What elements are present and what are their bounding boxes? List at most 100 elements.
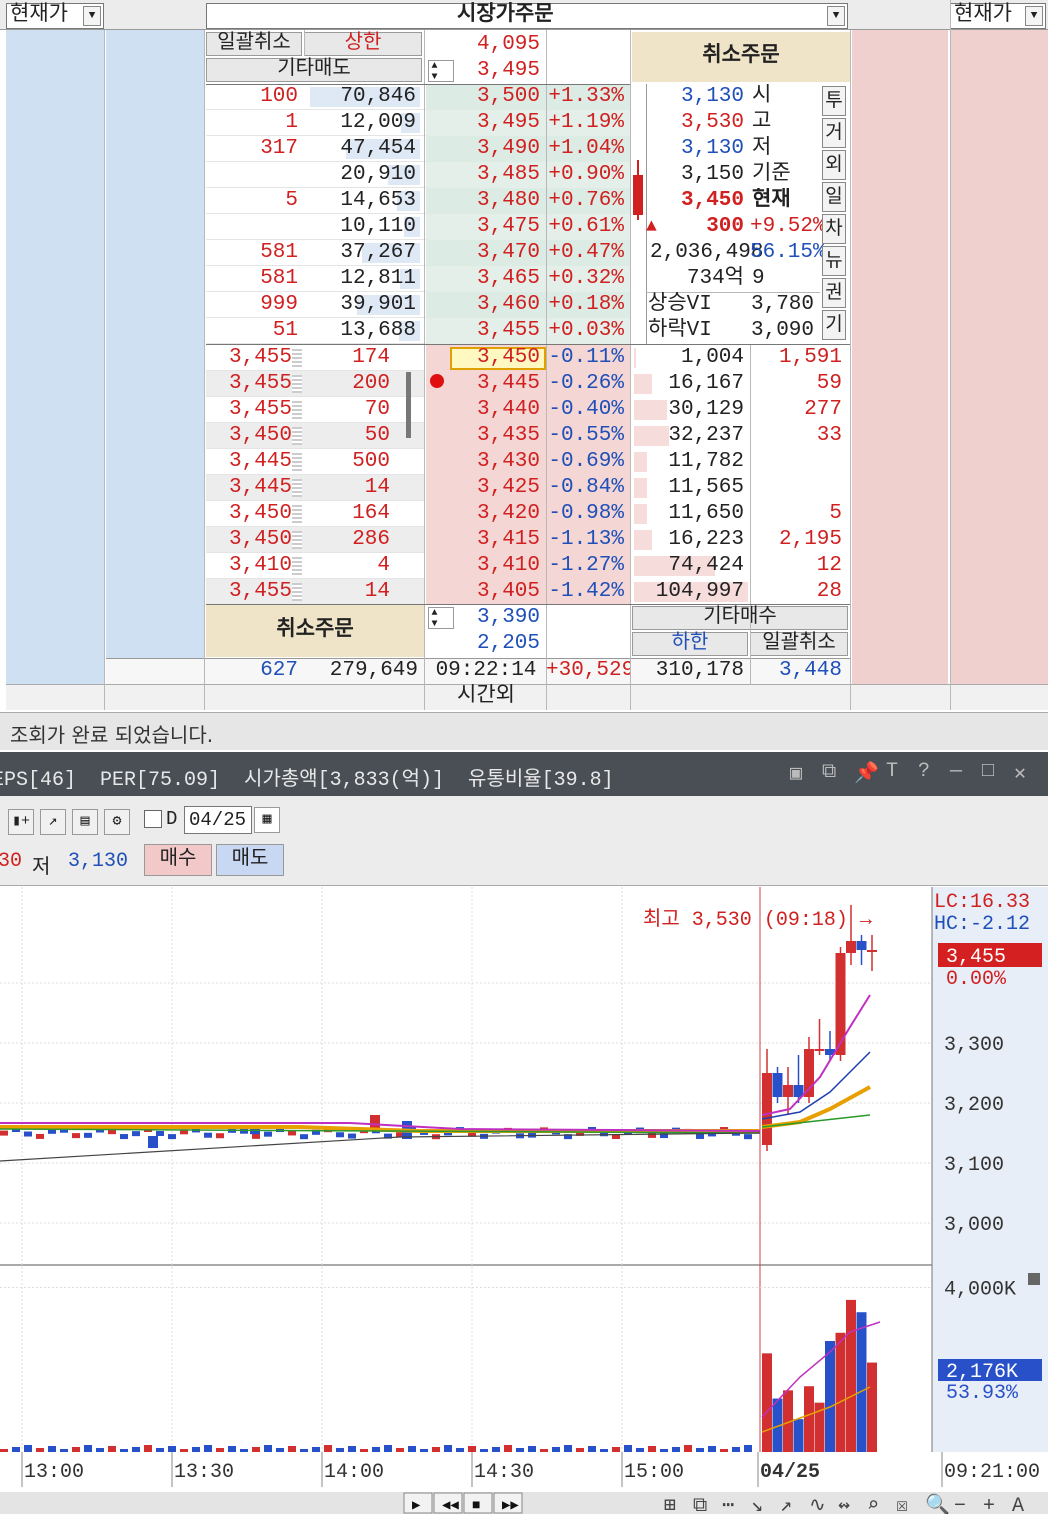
gear-icon[interactable]: ⚙: [104, 809, 130, 835]
tool-icon: 🔍: [925, 1491, 950, 1514]
total-bid-count: 3,448: [778, 659, 842, 682]
volume: 2,036,498: [650, 241, 764, 264]
x-tick-label: 09:21:00: [944, 1461, 1040, 1484]
side-tab[interactable]: 뉴: [822, 246, 846, 276]
low-row-truncated: 30: [0, 850, 23, 873]
vol-bar: [825, 1341, 835, 1452]
tick-qty: 70: [364, 398, 390, 421]
side-tab[interactable]: 투: [822, 86, 846, 116]
grid-hline: [206, 84, 630, 85]
prev-vol-bar: [0, 1449, 8, 1452]
sell-button[interactable]: 매도: [216, 844, 284, 876]
chart-scroll-bar: [0, 1492, 1048, 1514]
line-type-icon[interactable]: ↗: [40, 809, 66, 835]
other-buy-button[interactable]: 기타매수: [632, 606, 848, 630]
window-control-icon[interactable]: —: [950, 760, 962, 783]
prev-candle: [300, 1134, 308, 1140]
hc-label: HC:-2.12: [934, 913, 1030, 936]
prev-vol-bar: [480, 1449, 488, 1452]
grid-vline: [104, 30, 105, 710]
chart-header-info: EPS[46] PER[75.09] 시가총액[3,833(억)] 유통비율[3…: [0, 769, 614, 792]
prev-vol-bar: [132, 1447, 140, 1452]
bid-price: 3,420: [476, 502, 540, 525]
side-tab[interactable]: 거: [822, 118, 846, 148]
right-price-select[interactable]: 현재가 ▼: [950, 3, 1046, 29]
grid-vline: [546, 30, 547, 710]
tool-icon: ☒: [896, 1495, 908, 1514]
tool-icon: ⌕: [867, 1495, 879, 1514]
chevron-down-icon[interactable]: ▼: [827, 6, 845, 26]
lower-limit-button[interactable]: 하한: [632, 632, 748, 656]
prev-vol-bar: [732, 1447, 740, 1452]
window-control-icon[interactable]: ▣: [790, 760, 802, 786]
prev-vol-bar: [624, 1445, 632, 1452]
side-tab[interactable]: 권: [822, 278, 846, 308]
save-icon[interactable]: ▤: [72, 809, 98, 835]
side-tab[interactable]: 차: [822, 214, 846, 244]
prev-candle: [744, 1134, 752, 1140]
tick-price: 3,410: [228, 554, 292, 577]
prev-vol-bar: [108, 1446, 116, 1452]
ask-percent: +0.76%: [548, 189, 624, 212]
tick-scrollbar[interactable]: [406, 372, 411, 438]
window-control-icon[interactable]: ⧉: [822, 760, 836, 784]
left-blue-column-2: [106, 0, 204, 710]
daily-checkbox[interactable]: [144, 810, 162, 828]
cancel-order-top-button[interactable]: 취소주문: [632, 32, 850, 82]
status-bar: 조회가 완료 되었습니다.: [0, 712, 1048, 750]
prev-candle: [36, 1133, 44, 1139]
mini-candle-wick: [637, 160, 639, 220]
bid-qty: 11,782: [668, 450, 744, 473]
prev-vol-bar: [420, 1449, 428, 1452]
candle-body: [835, 953, 846, 1055]
ask-price: 3,470: [476, 241, 540, 264]
candle-body: [867, 950, 877, 952]
window-control-icon[interactable]: □: [982, 760, 994, 783]
grid-vline: [950, 0, 951, 710]
date-input[interactable]: 04/25: [184, 806, 252, 834]
current-label: 현재: [752, 189, 791, 212]
candle-type-icon[interactable]: ▮+: [8, 809, 34, 835]
side-tab[interactable]: 외: [822, 150, 846, 180]
vol-bar: [867, 1362, 877, 1452]
chevron-down-icon[interactable]: ▼: [1025, 6, 1043, 26]
bulk-cancel-buy-button[interactable]: 일괄취소: [750, 632, 848, 656]
prev-vol-bar: [276, 1448, 284, 1452]
prev-candle: [216, 1133, 224, 1139]
ask-qty: 39,901: [340, 293, 416, 316]
bulk-cancel-sell-button[interactable]: 일괄취소: [206, 32, 302, 56]
bid-qty: 16,223: [668, 528, 744, 551]
bid-qty: 11,650: [668, 502, 744, 525]
window-control-icon[interactable]: 📌: [854, 760, 879, 786]
left-price-select[interactable]: 현재가 ▼: [6, 3, 104, 29]
window-control-icon[interactable]: ✕: [1014, 760, 1026, 786]
order-type-label: 시장가주문: [457, 4, 554, 27]
cancel-order-bottom-label: 취소주문: [276, 619, 354, 642]
window-control-icon[interactable]: T: [886, 760, 898, 783]
bid-percent: -1.13%: [548, 528, 624, 551]
low-price: 3,130: [680, 137, 744, 160]
side-tab[interactable]: 일: [822, 182, 846, 212]
chevron-down-icon[interactable]: ▼: [83, 6, 101, 26]
cancel-order-bottom-button[interactable]: 취소주문: [206, 605, 424, 657]
buy-button[interactable]: 매수: [144, 844, 212, 876]
candle-body: [814, 1049, 825, 1051]
right-pink-column-2: [950, 30, 1048, 710]
prev-vol-bar: [348, 1446, 356, 1452]
ask-count: 317: [260, 137, 298, 160]
vol-bar: [856, 1312, 867, 1452]
price-chart[interactable]: 3,300 3,200 3,100 3,000 최고 3,530 (09:18) → LC…: [0, 887, 1048, 1514]
ask-qty: 37,267: [340, 241, 416, 264]
prev-candle: [336, 1132, 344, 1138]
other-sell-button[interactable]: 기타매도: [206, 58, 422, 82]
daily-checkbox-label: D: [166, 808, 178, 830]
x-tick-label: 14:00: [324, 1461, 384, 1484]
order-type-select[interactable]: 시장가주문 ▼: [206, 3, 848, 29]
prev-vol-bar: [48, 1446, 56, 1452]
calendar-icon[interactable]: ▦: [254, 807, 280, 833]
status-message: 조회가 완료 되었습니다.: [10, 723, 214, 747]
grid-vline: [424, 30, 425, 710]
window-control-icon[interactable]: ?: [918, 760, 930, 783]
upper-limit-button[interactable]: 상한: [304, 32, 422, 56]
side-tab[interactable]: 기: [822, 310, 846, 340]
